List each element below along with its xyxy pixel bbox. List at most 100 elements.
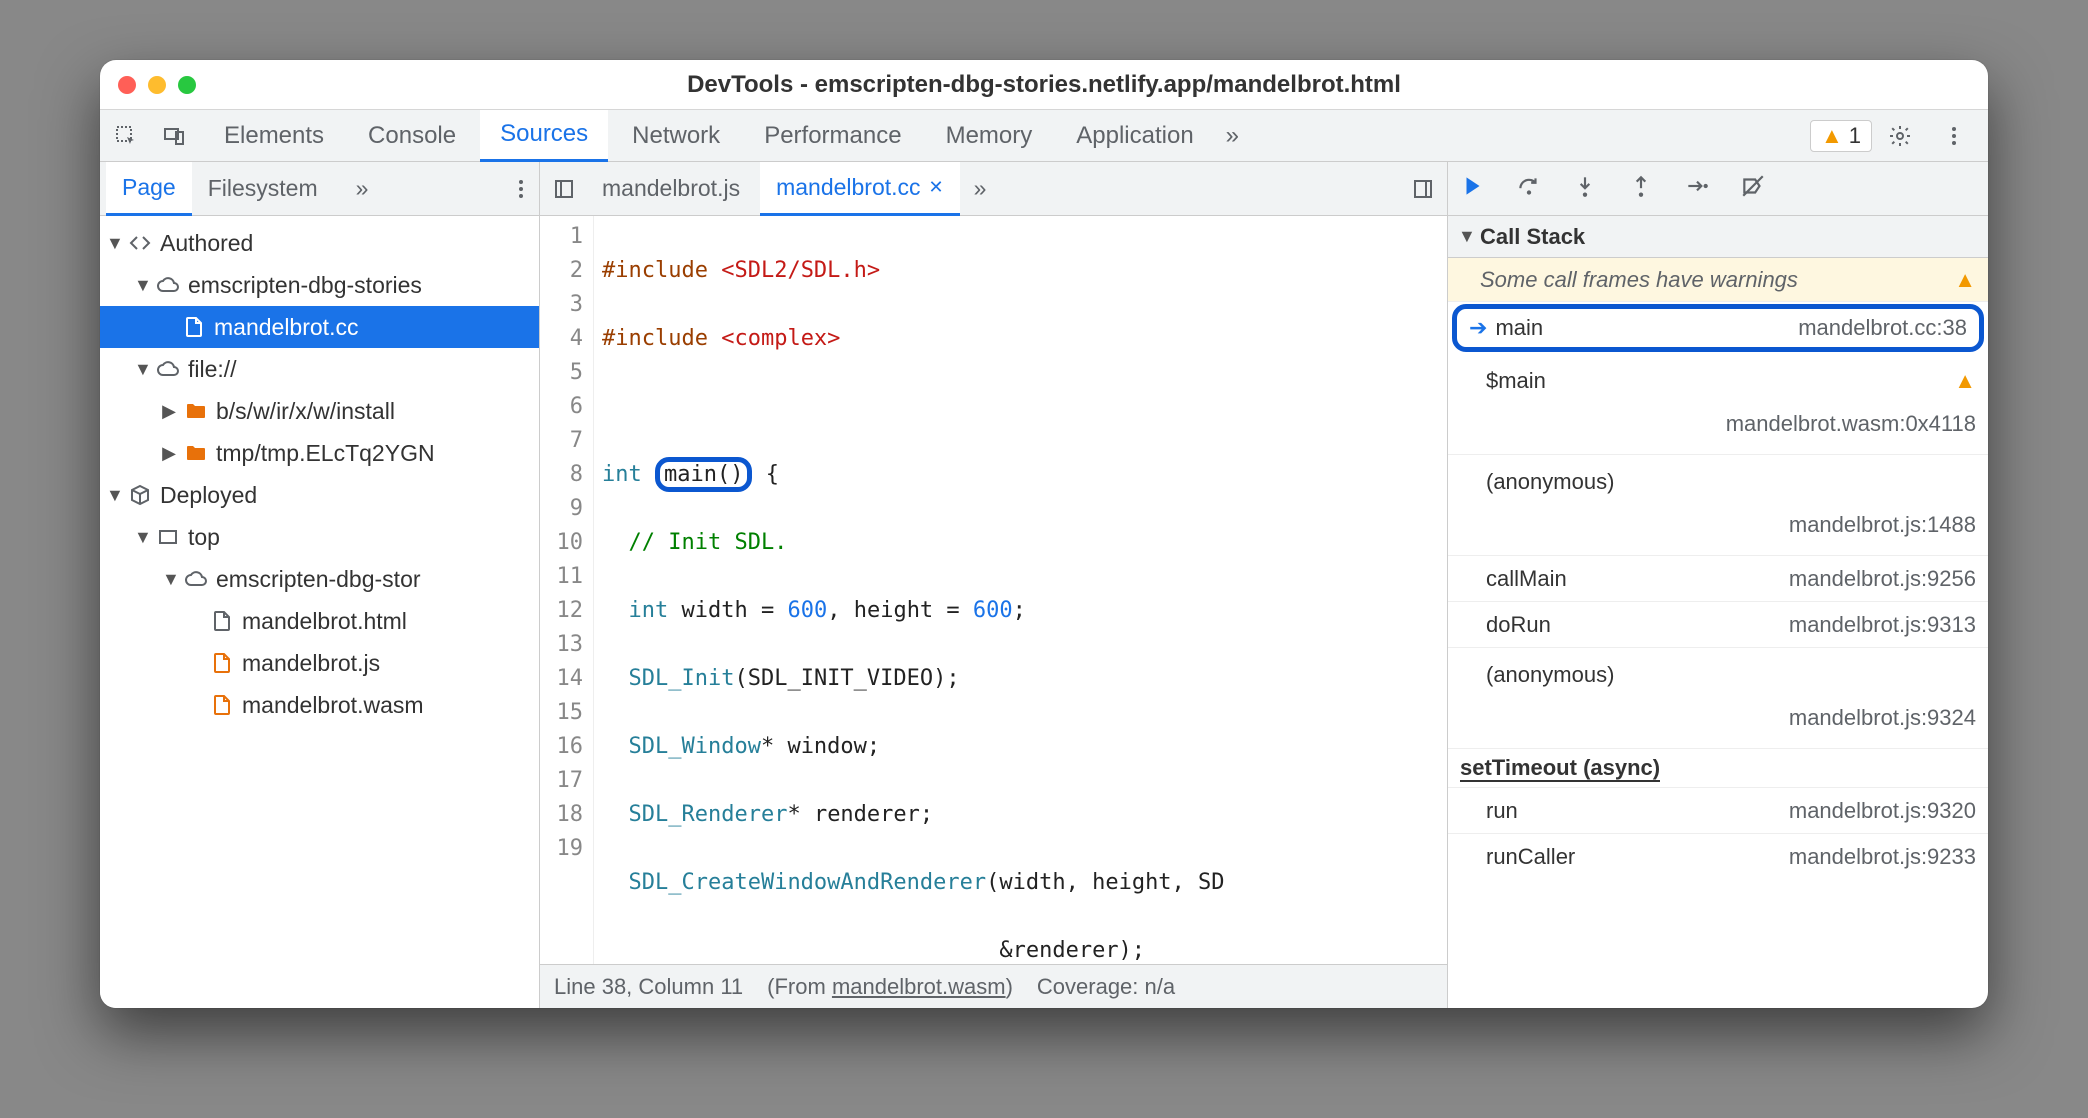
tree-folder[interactable]: ▶ b/s/w/ir/x/w/install <box>100 390 539 432</box>
step-icon[interactable] <box>1684 173 1710 204</box>
close-tab-icon[interactable]: ✕ <box>929 177 944 198</box>
devtools-window: DevTools - emscripten-dbg-stories.netlif… <box>100 60 1988 1008</box>
more-icon[interactable] <box>1936 118 1972 154</box>
disclosure-triangle-icon[interactable]: ▼ <box>134 359 148 380</box>
async-separator: setTimeout (async) <box>1448 749 1988 788</box>
frame-function: (anonymous) <box>1486 469 1614 495</box>
tree-origin-file[interactable]: ▼ file:// <box>100 348 539 390</box>
file-tab-mandelbrot-js[interactable]: mandelbrot.js <box>586 162 756 216</box>
resume-icon[interactable] <box>1460 173 1486 204</box>
file-tree[interactable]: ▼ Authored ▼ emscripten-dbg-stories mand… <box>100 216 539 1008</box>
tree-folder[interactable]: ▶ tmp/tmp.ELcTq2YGN <box>100 432 539 474</box>
folder-icon <box>184 399 208 423</box>
callstack-frame[interactable]: callMain mandelbrot.js:9256 <box>1448 556 1988 602</box>
callstack-frame[interactable]: $main ▲ <box>1448 358 1988 404</box>
file-tabs: mandelbrot.js mandelbrot.cc ✕ » <box>540 162 1447 216</box>
tree-origin[interactable]: ▼ emscripten-dbg-stories <box>100 264 539 306</box>
navigator-tabs: Page Filesystem » <box>100 162 539 216</box>
cursor-position: Line 38, Column 11 <box>554 974 743 1000</box>
callstack-frame-current[interactable]: ➔ main mandelbrot.cc:38 <box>1452 304 1984 352</box>
frame-location: mandelbrot.js:9256 <box>1789 566 1976 592</box>
tree-group-authored[interactable]: ▼ Authored <box>100 222 539 264</box>
frame-function: (anonymous) <box>1486 662 1614 688</box>
section-title: Call Stack <box>1480 224 1585 250</box>
code-editor[interactable]: 123 456 789 101112 131415 161718 19 #inc… <box>540 216 1447 964</box>
deactivate-breakpoints-icon[interactable] <box>1740 173 1766 204</box>
tab-memory[interactable]: Memory <box>926 110 1053 162</box>
step-into-icon[interactable] <box>1572 173 1598 204</box>
current-frame-icon: ➔ <box>1469 315 1487 341</box>
tab-elements[interactable]: Elements <box>204 110 344 162</box>
code-content[interactable]: #include <SDL2/SDL.h> #include <complex>… <box>594 216 1447 964</box>
file-tab-mandelbrot-cc[interactable]: mandelbrot.cc ✕ <box>760 162 960 216</box>
disclosure-triangle-icon[interactable]: ▼ <box>162 569 176 590</box>
toggle-navigator-icon[interactable] <box>546 171 582 207</box>
disclosure-triangle-icon[interactable]: ▼ <box>1458 226 1472 247</box>
debugger-panel: ▼ Call Stack Some call frames have warni… <box>1448 162 1988 1008</box>
tab-network[interactable]: Network <box>612 110 740 162</box>
tree-top[interactable]: ▼ top <box>100 516 539 558</box>
inspect-element-icon[interactable] <box>108 118 144 154</box>
disclosure-triangle-icon[interactable]: ▼ <box>106 485 120 506</box>
tree-file[interactable]: mandelbrot.wasm <box>100 684 539 726</box>
callstack-header[interactable]: ▼ Call Stack <box>1448 216 1988 258</box>
navigator-more-icon[interactable] <box>503 171 539 207</box>
disclosure-triangle-icon[interactable]: ▶ <box>162 443 176 464</box>
frame-location: mandelbrot.cc:38 <box>1798 315 1967 341</box>
editor-statusbar: Line 38, Column 11 (From mandelbrot.wasm… <box>540 964 1447 1008</box>
tree-origin[interactable]: ▼ emscripten-dbg-stor <box>100 558 539 600</box>
disclosure-triangle-icon[interactable]: ▶ <box>162 401 176 422</box>
tab-application[interactable]: Application <box>1056 110 1213 162</box>
file-icon <box>210 651 234 675</box>
folder-icon <box>184 441 208 465</box>
settings-icon[interactable] <box>1882 118 1918 154</box>
tree-file-selected[interactable]: mandelbrot.cc <box>100 306 539 348</box>
sources-body: Page Filesystem » ▼ Authored ▼ emscripte… <box>100 162 1988 1008</box>
disclosure-triangle-icon[interactable]: ▼ <box>134 527 148 548</box>
frame-location: mandelbrot.js:9313 <box>1789 612 1976 638</box>
tabs-overflow-icon[interactable]: » <box>1218 110 1247 162</box>
device-toolbar-icon[interactable] <box>156 118 192 154</box>
frame-function: run <box>1486 798 1518 824</box>
frame-location: mandelbrot.js:9324 <box>1789 705 1976 731</box>
warnings-badge[interactable]: ▲ 1 <box>1810 120 1872 152</box>
tree-file[interactable]: mandelbrot.js <box>100 642 539 684</box>
step-over-icon[interactable] <box>1516 173 1542 204</box>
tab-sources[interactable]: Sources <box>480 110 608 162</box>
tree-group-deployed[interactable]: ▼ Deployed <box>100 474 539 516</box>
disclosure-triangle-icon[interactable]: ▼ <box>134 275 148 296</box>
tab-console[interactable]: Console <box>348 110 476 162</box>
file-tabs-overflow-icon[interactable]: » <box>964 162 997 216</box>
callstack-frame[interactable]: (anonymous) <box>1448 652 1988 698</box>
frame-location-row: mandelbrot.js:9324 <box>1448 698 1988 744</box>
frame-location: mandelbrot.js:1488 <box>1789 512 1976 538</box>
toggle-debugger-icon[interactable] <box>1405 171 1441 207</box>
frame-function: $main <box>1486 368 1546 394</box>
warning-text: Some call frames have warnings <box>1480 267 1798 293</box>
step-out-icon[interactable] <box>1628 173 1654 204</box>
navigator-tab-filesystem[interactable]: Filesystem <box>192 162 334 216</box>
callstack-frame[interactable]: run mandelbrot.js:9320 <box>1448 788 1988 834</box>
cloud-icon <box>156 273 180 297</box>
file-icon <box>182 315 206 339</box>
navigator-tab-page[interactable]: Page <box>106 162 192 216</box>
frame-location-row: mandelbrot.js:1488 <box>1448 505 1988 551</box>
disclosure-triangle-icon[interactable]: ▼ <box>106 233 120 254</box>
callstack-frame[interactable]: runCaller mandelbrot.js:9233 <box>1448 834 1988 880</box>
tree-file[interactable]: mandelbrot.html <box>100 600 539 642</box>
sourcemap-origin: (From mandelbrot.wasm) <box>767 974 1013 1000</box>
callstack-frame[interactable]: (anonymous) <box>1448 459 1988 505</box>
callstack-frame[interactable]: doRun mandelbrot.js:9313 <box>1448 602 1988 648</box>
navigator-tabs-overflow-icon[interactable]: » <box>340 162 385 216</box>
tree-label: emscripten-dbg-stories <box>188 272 422 299</box>
angle-brackets-icon <box>128 231 152 255</box>
warning-icon: ▲ <box>1954 267 1976 293</box>
frame-function: main <box>1495 315 1543 341</box>
cloud-icon <box>184 567 208 591</box>
warning-icon: ▲ <box>1821 123 1843 149</box>
tab-performance[interactable]: Performance <box>744 110 921 162</box>
file-icon <box>210 693 234 717</box>
sourcemap-link[interactable]: mandelbrot.wasm <box>832 974 1006 999</box>
tree-label: mandelbrot.cc <box>214 314 358 341</box>
file-tab-label: mandelbrot.cc <box>776 174 920 201</box>
